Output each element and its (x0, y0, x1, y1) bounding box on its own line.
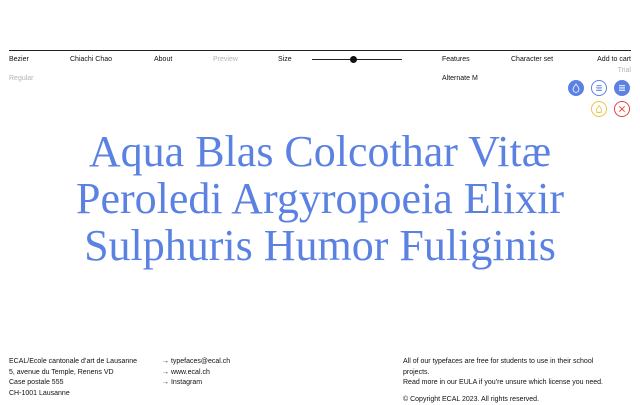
top-divider (9, 50, 631, 51)
align-justify-button[interactable] (614, 80, 630, 96)
email-link[interactable]: → typefaces@ecal.ch (162, 358, 230, 365)
footer-links: → typefaces@ecal.ch → www.ecal.ch → Inst… (162, 357, 230, 389)
size-slider-handle[interactable] (350, 56, 357, 63)
designer-name[interactable]: Chiachi Chao (70, 55, 112, 64)
invert-icon (594, 104, 604, 114)
address-line: Case postale 555 (9, 378, 137, 389)
typeface-name[interactable]: Bezier (9, 55, 29, 64)
about-link[interactable]: About (154, 55, 172, 64)
website-link[interactable]: → www.ecal.ch (162, 369, 210, 376)
add-to-cart-button[interactable]: Add to cart (597, 55, 631, 64)
address-line: ECAL/Ecole cantonale d’art de Lausanne (9, 357, 137, 368)
character-set-link[interactable]: Character set (511, 55, 553, 64)
color-drop-button[interactable] (568, 80, 584, 96)
close-icon (617, 104, 627, 114)
size-slider[interactable] (312, 59, 402, 60)
align-justify-icon (617, 83, 627, 93)
size-label: Size (278, 55, 292, 64)
address-line: 5, avenue du Temple, Renens VD (9, 368, 137, 379)
features-menu[interactable]: Features (442, 55, 470, 64)
align-center-button[interactable] (591, 80, 607, 96)
feature-alternate-m[interactable]: Alternate M (442, 74, 478, 83)
preview-tab[interactable]: Preview (213, 55, 238, 64)
specimen-line[interactable]: Aqua Blas Colcothar Vitæ (0, 128, 640, 175)
instagram-link[interactable]: → Instagram (162, 379, 202, 386)
drop-icon (571, 83, 581, 93)
notice-line: Read more in our EULA if you’re unsure w… (403, 378, 603, 389)
trial-label[interactable]: Trial (618, 66, 631, 75)
footer-address: ECAL/Ecole cantonale d’art de Lausanne 5… (9, 357, 137, 399)
type-specimen[interactable]: Aqua Blas Colcothar Vitæ Peroledi Argyro… (0, 128, 640, 269)
specimen-line[interactable]: Sulphuris Humor Fuliginis (0, 222, 640, 269)
style-selector[interactable]: Regular (9, 74, 34, 83)
footer-notice: All of our typefaces are free for studen… (403, 357, 603, 405)
close-button[interactable] (614, 101, 630, 117)
invert-button[interactable] (591, 101, 607, 117)
align-center-icon (594, 83, 604, 93)
address-line: CH-1001 Lausanne (9, 389, 137, 400)
notice-line: All of our typefaces are free for studen… (403, 357, 603, 368)
specimen-line[interactable]: Peroledi Argyropoeia Elixir (0, 175, 640, 222)
notice-line: projects. (403, 368, 603, 379)
